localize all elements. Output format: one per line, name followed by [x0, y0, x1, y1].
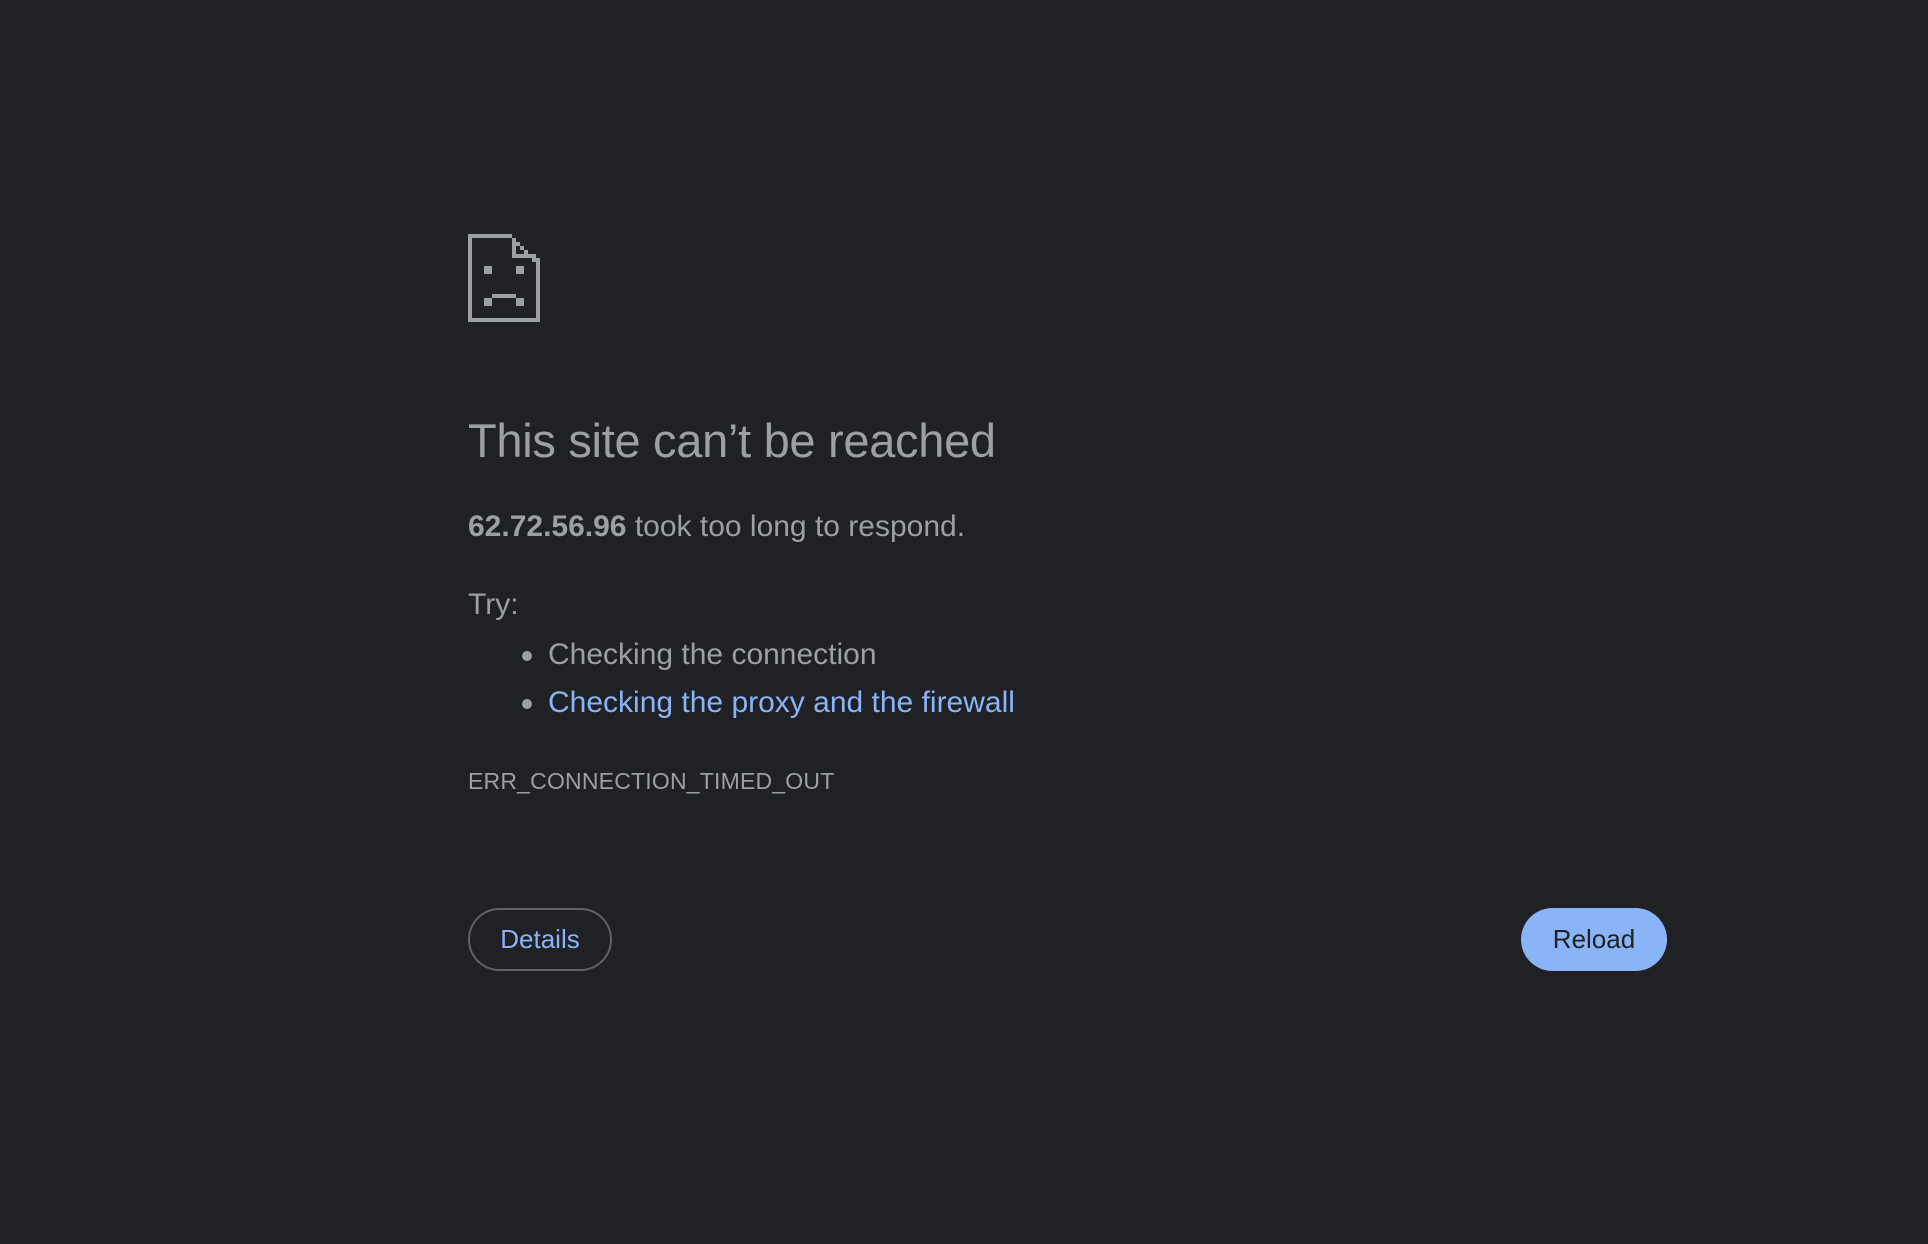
error-title: This site can’t be reached [468, 414, 996, 467]
bullet-icon [522, 651, 532, 661]
bullet-icon [522, 699, 532, 709]
error-message: took too long to respond. [626, 510, 966, 543]
try-label: Try: [468, 588, 519, 621]
suggestion-link-text[interactable]: Checking the proxy and the firewall [548, 686, 1015, 719]
sad-document-icon [468, 234, 540, 322]
details-button[interactable]: Details [468, 908, 612, 971]
suggestion-check-connection: Checking the connection [522, 631, 1015, 679]
error-page: This site can’t be reached 62.72.56.96 t… [0, 0, 1928, 1244]
error-host: 62.72.56.96 [468, 510, 627, 543]
suggestion-check-proxy-firewall-link[interactable]: Checking the proxy and the firewall [522, 679, 1015, 727]
error-summary: 62.72.56.96 took too long to respond. [468, 510, 965, 544]
reload-button[interactable]: Reload [1521, 908, 1667, 971]
error-code: ERR_CONNECTION_TIMED_OUT [468, 768, 835, 794]
suggestion-text: Checking the connection [548, 638, 877, 671]
suggestions-list: Checking the connection Checking the pro… [468, 631, 1015, 727]
